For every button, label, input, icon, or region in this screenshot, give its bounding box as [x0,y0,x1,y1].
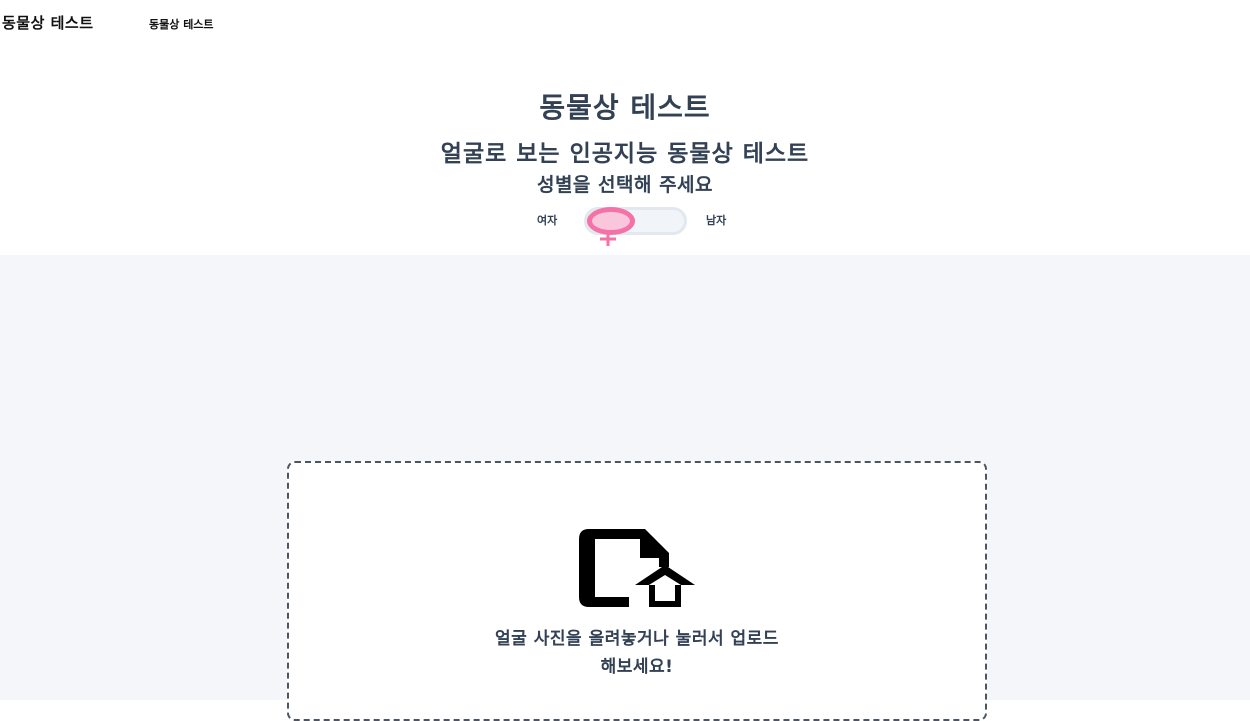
gender-label-female[interactable]: 여자 [537,212,557,228]
toggle-knob [587,207,635,235]
upload-instructions-line2: 해보세요! [600,657,674,677]
upload-instructions-line1: 얼굴 사진을 올려놓거나 눌러서 업로드 [495,629,779,649]
page-subtitle: 얼굴로 보는 인공지능 동물상 테스트 [440,141,810,167]
page-title: 동물상 테스트 [539,91,711,124]
gender-prompt: 성별을 선택해 주세요 [536,174,714,196]
file-upload-icon [579,529,695,607]
top-navbar: 동물상 테스트 동물상 테스트 [0,0,1250,46]
brand-logo-link[interactable]: 동물상 테스트 [2,12,94,33]
upload-instructions: 얼굴 사진을 올려놓거나 눌러서 업로드 해보세요! [389,625,885,681]
photo-upload-dropzone[interactable]: 얼굴 사진을 올려놓거나 눌러서 업로드 해보세요! [287,461,987,721]
female-symbol-icon [600,232,616,246]
gender-label-male[interactable]: 남자 [706,212,726,228]
nav-link-animal-test[interactable]: 동물상 테스트 [149,16,214,32]
main-content: 얼굴 사진을 올려놓거나 눌러서 업로드 해보세요! [0,255,1250,721]
hero-section: 동물상 테스트 얼굴로 보는 인공지능 동물상 테스트 성별을 선택해 주세요 … [0,46,1250,255]
gender-toggle-switch[interactable] [584,207,687,235]
